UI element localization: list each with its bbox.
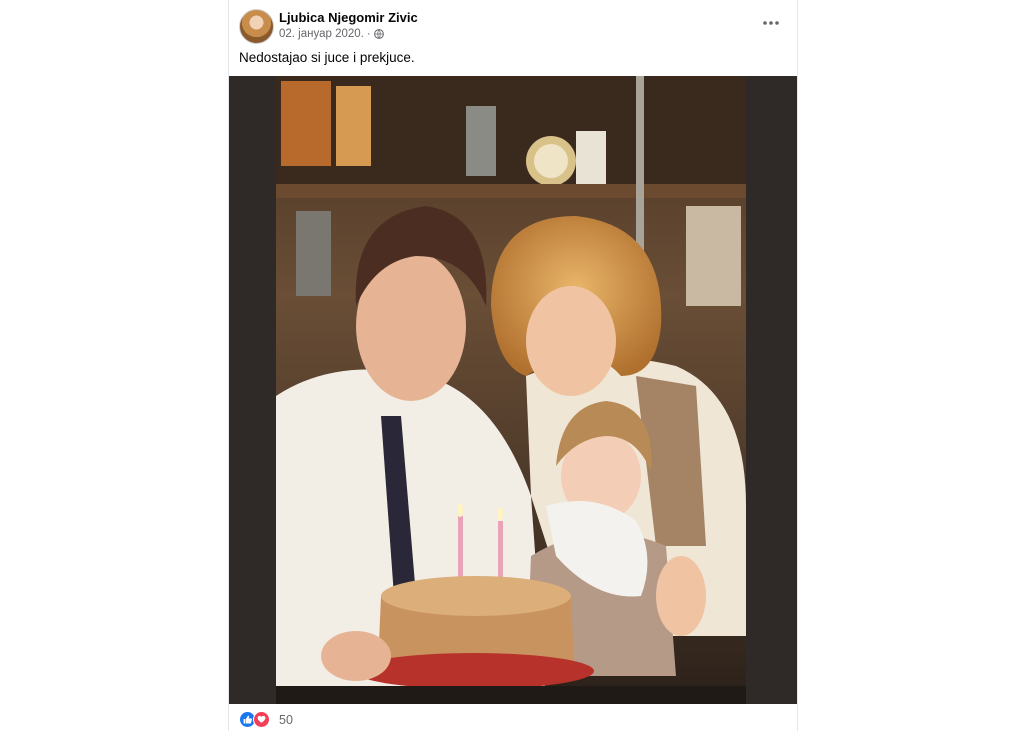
author-avatar[interactable]: [239, 9, 274, 44]
meta-separator: ·: [366, 28, 371, 40]
photo-illustration: [276, 76, 746, 704]
love-icon: [253, 711, 270, 728]
more-horizontal-icon: [763, 21, 779, 25]
post-text: Nedostajao si juce i prekjuce.: [239, 50, 415, 65]
post-meta: 02. јануар 2020. ·: [279, 28, 384, 40]
family-photo: [276, 76, 746, 704]
reactions-summary[interactable]: 50: [239, 711, 293, 728]
post-date[interactable]: 02. јануар 2020.: [279, 28, 364, 40]
post-photo[interactable]: [229, 76, 797, 704]
globe-icon: [373, 29, 384, 39]
author-name[interactable]: Ljubica Njegomir Zivic: [279, 10, 418, 25]
post-card: Ljubica Njegomir Zivic 02. јануар 2020. …: [228, 0, 798, 731]
more-options-button[interactable]: [757, 11, 785, 35]
reaction-count: 50: [279, 712, 293, 727]
